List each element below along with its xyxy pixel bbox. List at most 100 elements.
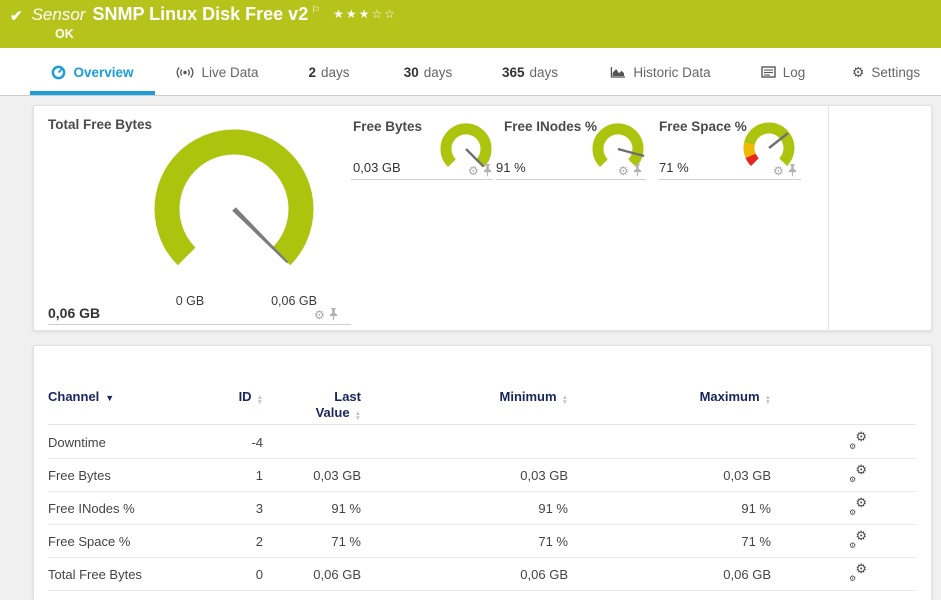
divider — [496, 179, 646, 180]
cell-channel[interactable]: Free Bytes — [48, 468, 228, 483]
tab-historic-data[interactable]: Historic Data — [603, 48, 718, 96]
tab-30-days[interactable]: 30 days — [391, 48, 465, 96]
cell-minimum: 71 % — [538, 533, 568, 549]
cell-id: 2 — [255, 533, 263, 549]
priority-stars[interactable]: ★★★☆☆ — [333, 7, 397, 21]
mini-gauge-value: 91 % — [496, 160, 526, 175]
cell-id: -4 — [251, 434, 263, 450]
tab-label: Log — [782, 64, 806, 80]
tab-overview[interactable]: Overview — [30, 48, 155, 96]
cell-minimum: 0,06 GB — [520, 566, 568, 582]
cell-channel[interactable]: Free Space % — [48, 534, 228, 549]
cell-last-value: 91 % — [331, 500, 361, 516]
gear-icon: ⚙ — [851, 64, 865, 80]
gear-icon[interactable]: ⚙ — [468, 165, 479, 177]
main-gauge-actions: ⚙ — [314, 308, 338, 321]
cell-maximum: 0,06 GB — [723, 566, 771, 582]
tab-label: Overview — [73, 64, 134, 80]
mini-gauge-value: 0,03 GB — [353, 160, 401, 175]
tab-label: Historic Data — [633, 64, 711, 80]
pin-icon[interactable] — [329, 308, 338, 321]
main-gauge-scale-max: 0,06 GB — [271, 294, 317, 308]
mini-gauge-actions: ⚙ — [773, 164, 797, 177]
cell-channel[interactable]: Free INodes % — [48, 501, 228, 516]
tab-live-data[interactable]: Live Data — [170, 48, 265, 96]
main-gauge — [154, 129, 314, 266]
table-row-free-inodes: Free INodes % 3 91 % 91 % 91 % ⚙ ⚙ — [48, 492, 916, 525]
column-header-id[interactable]: ID ▲ ▼ — [228, 389, 263, 421]
cell-maximum: 0,03 GB — [723, 467, 771, 483]
column-header-minimum[interactable]: Minimum ▲ ▼ — [361, 389, 569, 421]
gauge-icon — [52, 65, 66, 79]
sensor-header: ✔ Sensor SNMP Linux Disk Free v2 ⚐ ★★★☆☆… — [0, 0, 941, 48]
mini-gauge-actions: ⚙ — [618, 164, 642, 177]
log-icon — [761, 66, 776, 78]
tab-bar: Overview Live Data 2 days 30 days 365 da… — [0, 48, 941, 96]
tab-log[interactable]: Log — [755, 48, 811, 96]
tab-label: Settings — [871, 64, 921, 80]
tab-label: days — [529, 64, 559, 80]
tab-label: days — [423, 64, 453, 80]
channels-panel: Channel ▼ ID ▲ ▼ Last Value ▲ ▼ Minimum ▲ ▼ Max… — [33, 345, 932, 600]
column-header-channel[interactable]: Channel ▼ — [48, 389, 228, 421]
tab-2-days[interactable]: 2 days — [293, 48, 365, 96]
mini-gauge-actions: ⚙ — [468, 164, 492, 177]
table-row-free-space: Free Space % 2 71 % 71 % 71 % ⚙ ⚙ — [48, 525, 916, 558]
divider — [48, 324, 351, 325]
sort-active-icon: ▼ — [105, 393, 115, 403]
gear-icon[interactable]: ⚙ — [618, 165, 629, 177]
tab-label: Live Data — [201, 64, 259, 80]
cell-channel[interactable]: Total Free Bytes — [48, 567, 228, 582]
column-header-maximum[interactable]: Maximum ▲ ▼ — [568, 389, 771, 421]
cell-id: 3 — [255, 500, 263, 516]
table-header: Channel ▼ ID ▲ ▼ Last Value ▲ ▼ Minimum ▲ ▼ Max… — [48, 346, 916, 425]
cell-channel[interactable]: Downtime — [48, 435, 228, 450]
prtg-sensor-page: ✔ Sensor SNMP Linux Disk Free v2 ⚐ ★★★☆☆… — [0, 0, 941, 600]
tab-settings[interactable]: ⚙ Settings — [845, 48, 927, 96]
object-kind-label: Sensor — [31, 5, 86, 24]
cell-last-value: 0,03 GB — [313, 467, 361, 483]
live-data-icon — [177, 66, 194, 78]
cell-minimum: 91 % — [538, 500, 568, 516]
cell-last-value: 0,06 GB — [313, 566, 361, 582]
divider — [351, 179, 493, 180]
gear-icon[interactable]: ⚙ — [314, 309, 325, 321]
mini-gauge-title: Free Bytes — [353, 119, 423, 134]
gauges-panel: Total Free Bytes 0 GB 0,06 GB 0,06 GB ⚙ … — [33, 105, 932, 331]
channel-settings-icon[interactable]: ⚙ ⚙ — [849, 561, 867, 583]
flag-icon[interactable]: ⚐ — [311, 5, 320, 16]
sensor-title-line: ✔ Sensor SNMP Linux Disk Free v2 ⚐ ★★★☆☆ — [10, 4, 397, 25]
cell-minimum: 0,03 GB — [520, 467, 568, 483]
cell-last-value: 71 % — [331, 533, 361, 549]
main-gauge-scale-min: 0 GB — [175, 294, 205, 308]
tab-365-days[interactable]: 365 days — [490, 48, 570, 96]
panel-column-divider — [828, 106, 829, 330]
table-row-free-bytes: Free Bytes 1 0,03 GB 0,03 GB 0,03 GB ⚙ ⚙ — [48, 459, 916, 492]
main-gauge-title: Total Free Bytes — [48, 117, 153, 132]
pin-icon[interactable] — [788, 164, 797, 177]
cell-maximum: 71 % — [741, 533, 771, 549]
active-tab-indicator — [30, 91, 155, 95]
divider — [659, 179, 801, 180]
cell-id: 1 — [255, 467, 263, 483]
tab-number: 365 — [501, 64, 525, 80]
table-row-downtime: Downtime -4 ⚙ ⚙ — [48, 426, 916, 459]
channel-settings-icon[interactable]: ⚙ ⚙ — [849, 495, 867, 517]
channel-settings-icon[interactable]: ⚙ ⚙ — [849, 528, 867, 550]
mini-gauge-title: Free Space % — [659, 119, 747, 134]
column-header-last-value[interactable]: Last Value ▲ ▼ — [263, 389, 361, 421]
pin-icon[interactable] — [483, 164, 492, 177]
channel-settings-icon[interactable]: ⚙ ⚙ — [849, 429, 867, 451]
mini-gauge-title: Free INodes % — [504, 119, 598, 134]
cell-id: 0 — [255, 566, 263, 582]
gear-icon[interactable]: ⚙ — [773, 165, 784, 177]
tab-label: days — [320, 64, 350, 80]
pin-icon[interactable] — [633, 164, 642, 177]
channel-settings-icon[interactable]: ⚙ ⚙ — [849, 462, 867, 484]
mini-gauge-value: 71 % — [659, 160, 689, 175]
status-check-icon: ✔ — [10, 8, 23, 25]
tab-number: 30 — [403, 64, 419, 80]
cell-maximum: 91 % — [741, 500, 771, 516]
table-body: Downtime -4 ⚙ ⚙ Free Bytes 1 0,03 GB 0,03… — [48, 426, 916, 591]
area-chart-icon — [611, 67, 626, 78]
